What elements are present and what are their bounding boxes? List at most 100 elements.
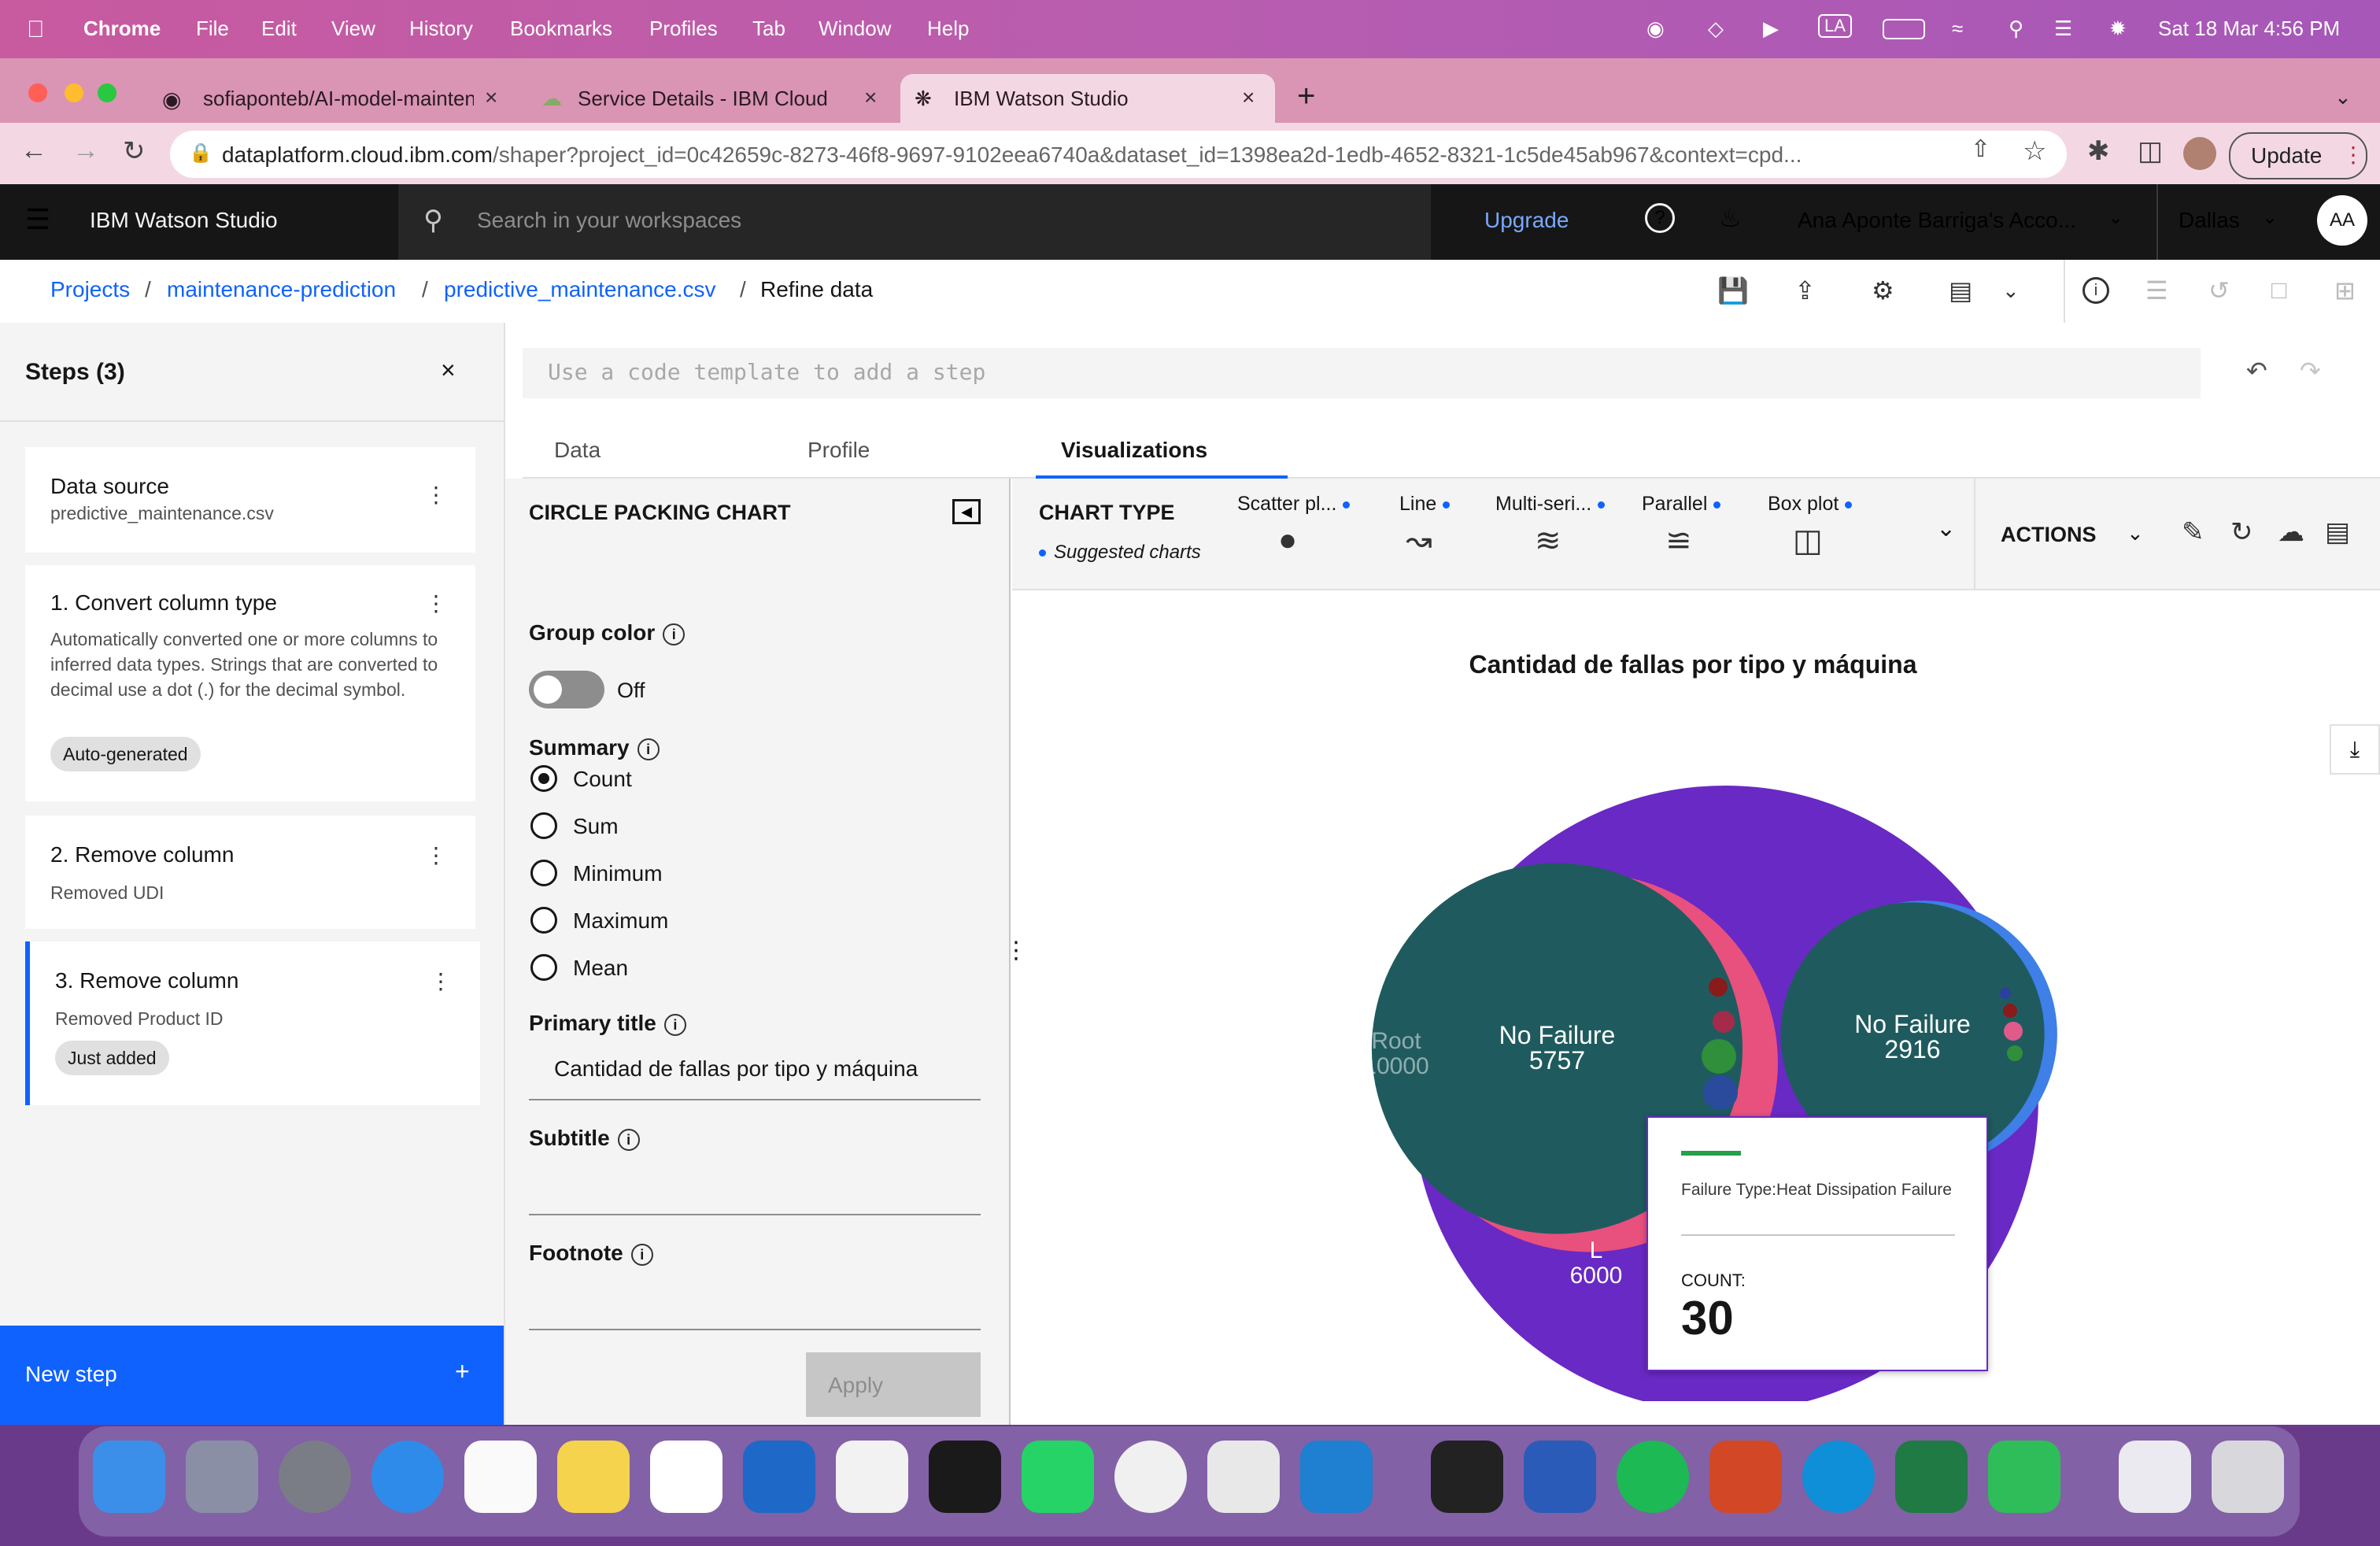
color-settings-icon[interactable]: ✎ — [2182, 516, 2204, 548]
new-tab-button[interactable]: + — [1297, 79, 1315, 114]
gear-icon[interactable]: ⚙ — [1872, 276, 1894, 305]
new-step-button[interactable]: New step + — [0, 1326, 504, 1425]
forward-icon[interactable]: → — [72, 135, 99, 166]
info-icon[interactable]: i — [2082, 277, 2109, 304]
chevron-down-icon[interactable]: ⌄ — [2262, 206, 2278, 229]
radio-mean[interactable] — [530, 954, 557, 981]
bookmark-star-icon[interactable]: ☆ — [2023, 135, 2046, 167]
siri-icon[interactable]: ✹ — [2109, 17, 2127, 41]
multiseries-icon[interactable]: ≋ — [1535, 523, 1561, 559]
wifi-icon[interactable]: ≈ — [1952, 17, 1963, 41]
circle-failure-type[interactable] — [2000, 988, 2011, 999]
radio-maximum[interactable] — [530, 907, 557, 934]
notification-icon[interactable]: ♨ — [1719, 203, 1742, 233]
radio-minimum[interactable] — [530, 860, 557, 886]
downloads-stack-icon[interactable] — [2119, 1441, 2191, 1513]
spotify-icon[interactable] — [1617, 1441, 1689, 1513]
menu-file[interactable]: File — [196, 17, 229, 41]
reminders-icon[interactable] — [464, 1441, 537, 1513]
product-name[interactable]: IBM Watson Studio — [90, 208, 278, 233]
menubar-app[interactable]: Chrome — [83, 17, 161, 41]
avatar[interactable]: AA — [2317, 195, 2367, 246]
chart-type-parallel[interactable]: Parallel — [1642, 493, 1721, 516]
extensions-icon[interactable]: ✱ — [2087, 135, 2110, 167]
step-card-3[interactable]: 3. Remove column Removed Product ID ⋮ Ju… — [25, 941, 480, 1105]
webex-icon[interactable] — [1431, 1441, 1503, 1513]
chart-type-line[interactable]: Line — [1399, 493, 1451, 516]
control-center-icon[interactable]: ☰ — [2054, 17, 2072, 41]
overflow-menu-icon[interactable]: ⋮ — [425, 482, 447, 508]
tab-data[interactable]: Data — [554, 438, 601, 463]
history-icon[interactable]: ↺ — [2208, 276, 2230, 305]
play-icon[interactable]: ▶ — [1763, 17, 1779, 41]
step-card-data-source[interactable]: Data source predictive_maintenance.csv ⋮ — [25, 447, 475, 553]
overflow-menu-icon[interactable]: ⋮ — [425, 590, 447, 616]
account-switcher[interactable]: Ana Aponte Barriga's Acco... — [1798, 208, 2076, 233]
tab-github[interactable]: ◉ sofiaponteb/AI-model-mainten × — [154, 74, 516, 123]
line-chart-icon[interactable]: ↝ — [1406, 523, 1432, 559]
circle-failure-type[interactable] — [2007, 1045, 2023, 1061]
chart-type-multiseries[interactable]: Multi-seri... — [1495, 493, 1606, 516]
search-input[interactable]: Search in your workspaces — [477, 208, 741, 233]
group-color-toggle[interactable] — [529, 671, 604, 708]
footnote-field[interactable] — [529, 1272, 981, 1330]
tab-ibm-cloud[interactable]: ☁ Service Details - IBM Cloud × — [530, 74, 893, 123]
window-zoom-button[interactable] — [98, 83, 116, 102]
cloud-upload-icon[interactable]: ☁ — [2278, 516, 2304, 548]
outlook-icon[interactable] — [743, 1441, 815, 1513]
menu-edit[interactable]: Edit — [261, 17, 297, 41]
circle-failure-type[interactable] — [1702, 1039, 1736, 1074]
numbers-icon[interactable] — [1988, 1441, 2060, 1513]
window-minimize-button[interactable] — [65, 83, 83, 102]
hamburger-menu-icon[interactable]: ☰ — [25, 203, 50, 236]
status-icon[interactable]: ◉ — [1646, 17, 1665, 41]
spotlight-icon[interactable]: ⚲ — [2009, 17, 2023, 41]
breadcrumb-projects[interactable]: Projects — [50, 277, 130, 302]
subtitle-field[interactable] — [529, 1157, 981, 1215]
sidepanel-icon[interactable]: ◫ — [2138, 135, 2163, 167]
help-icon[interactable]: ? — [1645, 203, 1675, 233]
word-icon[interactable] — [1524, 1441, 1596, 1513]
expand-chart-types-icon[interactable]: ⌄ — [1936, 515, 1956, 542]
apple-icon[interactable]:  — [27, 17, 45, 43]
share-icon[interactable]: ⇧ — [1971, 135, 1990, 163]
menu-window[interactable]: Window — [819, 17, 891, 41]
textedit-icon[interactable] — [1207, 1441, 1280, 1513]
eclipse-icon[interactable] — [836, 1441, 908, 1513]
update-button[interactable]: Update ⋮ — [2229, 132, 2367, 179]
chevron-down-icon[interactable]: ⌄ — [2108, 206, 2123, 229]
breadcrumb-dataset[interactable]: predictive_maintenance.csv — [444, 277, 716, 302]
upgrade-link[interactable]: Upgrade — [1484, 208, 1569, 233]
notes-icon[interactable] — [557, 1441, 630, 1513]
apply-button[interactable]: Apply — [806, 1352, 981, 1417]
chevron-down-icon[interactable]: ⌄ — [2002, 279, 2020, 303]
close-icon[interactable]: × — [485, 85, 497, 110]
step-card-1[interactable]: 1. Convert column type Automatically con… — [25, 565, 475, 801]
menu-tab[interactable]: Tab — [752, 17, 785, 41]
export-icon[interactable]: ▤ — [2325, 516, 2350, 548]
breadcrumb-project[interactable]: maintenance-prediction — [167, 277, 396, 302]
excel-icon[interactable] — [1895, 1441, 1968, 1513]
window-close-button[interactable] — [28, 83, 47, 102]
battery-icon[interactable] — [1883, 19, 1925, 39]
finder-icon[interactable] — [93, 1441, 165, 1513]
collapse-panel-icon[interactable]: ◀ — [952, 499, 981, 524]
profile-avatar[interactable] — [2183, 137, 2216, 170]
terminal-icon[interactable] — [929, 1441, 1001, 1513]
launchpad-icon[interactable] — [186, 1441, 258, 1513]
grid-icon[interactable]: ⊞ — [2334, 276, 2356, 305]
actions-menu[interactable]: ACTIONS — [2001, 523, 2097, 547]
save-icon[interactable]: 💾 — [1717, 276, 1749, 305]
circle-failure-type[interactable] — [1713, 1011, 1735, 1033]
close-icon[interactable]: × — [1242, 85, 1255, 110]
trash-icon[interactable] — [2212, 1441, 2284, 1513]
undo-icon[interactable]: ↶ — [2246, 356, 2267, 386]
tab-profile[interactable]: Profile — [808, 438, 870, 463]
circle-failure-type[interactable] — [1703, 1075, 1738, 1110]
url-text[interactable]: dataplatform.cloud.ibm.com/shaper?projec… — [222, 142, 1802, 168]
menu-profiles[interactable]: Profiles — [649, 17, 718, 41]
input-source-badge[interactable]: LA — [1818, 14, 1852, 38]
refresh-icon[interactable]: ↻ — [2230, 516, 2253, 548]
menubar-clock[interactable]: Sat 18 Mar 4:56 PM — [2158, 17, 2340, 41]
circle-failure-type[interactable] — [2003, 1004, 2017, 1018]
